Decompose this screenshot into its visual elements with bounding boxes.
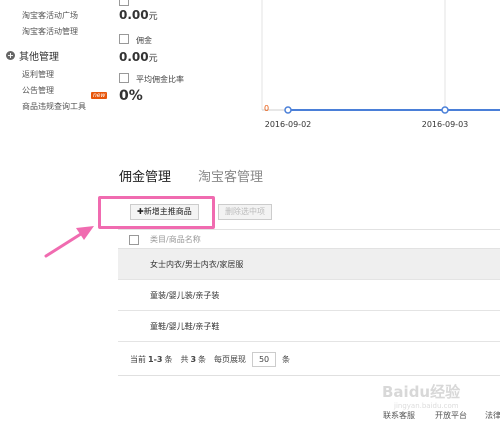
stat-checkbox-3[interactable] [119,73,129,83]
footer-link-open-platform[interactable]: 开放平台 [435,410,467,421]
table-cell-category: 童鞋/婴儿鞋/亲子鞋 [150,322,220,331]
chart-panel: 0 2016-09-02 2016-09-03 [258,0,500,132]
delete-selected-button[interactable]: 删除选中项 [218,204,272,220]
footer-divider [118,375,500,376]
pager-unit-3: 条 [282,355,291,364]
page-size-input[interactable]: 50 [252,352,277,367]
sidebar-section-title: 其他管理 [19,52,59,63]
sidebar-section-other[interactable]: + 其他管理 [6,48,59,63]
chart-point-2 [441,106,449,114]
sidebar: 淘宝客活动广场 淘宝客活动管理 + 其他管理 返利管理 公告管理 商品违规查询工… [0,0,112,160]
footer-link-support[interactable]: 联系客服 [383,410,415,421]
table-row[interactable]: 童鞋/婴儿鞋/亲子鞋 [118,311,500,342]
footer-link-legal[interactable]: 法律 [485,410,500,421]
sidebar-item-announcement[interactable]: 公告管理 [22,85,54,96]
annotation-arrow-icon [44,226,94,258]
tab-commission-manage[interactable]: 佣金管理 [119,166,171,185]
tab-taobaoke-manage[interactable]: 淘宝客管理 [198,166,263,185]
plus-circle-icon: + [6,51,15,60]
pager-total-label: 共 [180,355,189,364]
stat-label-commission: 佣金 [136,36,152,45]
baidu-watermark-logo: Baidu经验 jingyan.baidu.com [382,383,461,410]
table-header: 类目/商品名称 [118,229,500,249]
select-all-checkbox[interactable] [129,235,139,245]
stat-value-2: 0.00元 [119,50,158,64]
stat-value-3: 0% [119,88,143,104]
sidebar-item-violation-query[interactable]: 商品违规查询工具 [22,101,86,112]
chart-x-tick-label-1: 2016-09-02 [265,120,312,129]
pager-total: 3 [190,355,197,364]
pager-unit-1: 条 [164,355,173,364]
new-badge: new [91,92,108,99]
sidebar-item-rebate[interactable]: 返利管理 [22,69,54,80]
pager-range: 1-3 [148,355,163,364]
chart-x-tick-label-2: 2016-09-03 [422,120,469,129]
add-main-product-button[interactable]: ✚新增主推商品 [130,204,199,220]
pager-unit-2: 条 [198,355,207,364]
table-cell-category: 童装/婴儿装/亲子装 [150,291,220,300]
product-table: 类目/商品名称 女士内衣/男士内衣/家居服 童装/婴儿装/亲子装 童鞋/婴儿鞋/… [118,229,500,342]
sidebar-item-activity-manage[interactable]: 淘宝客活动管理 [22,26,78,37]
stat-label-avg-rate: 平均佣金比率 [136,75,184,84]
stat-checkbox-2[interactable] [119,34,129,44]
pager-per-page-label: 每页展现 [214,355,247,364]
table-cell-category: 女士内衣/男士内衣/家居服 [150,260,244,269]
pagination: 当前 1-3 条 共 3 条 每页展现 50 条 [130,352,290,367]
pager-current-label: 当前 [130,355,146,364]
svg-text:jingyan.baidu.com: jingyan.baidu.com [393,402,459,410]
table-row[interactable]: 女士内衣/男士内衣/家居服 [118,249,500,280]
chart-y-tick-label: 0 [264,104,269,113]
stat-value-1: 0.00元 [119,8,158,22]
column-header-category: 类目/商品名称 [150,235,201,244]
svg-text:Baidu经验: Baidu经验 [382,383,461,401]
line-chart: 0 2016-09-02 2016-09-03 [261,0,500,129]
sidebar-item-activity-square[interactable]: 淘宝客活动广场 [22,10,78,21]
table-row[interactable]: 童装/婴儿装/亲子装 [118,280,500,311]
stat-checkbox-1[interactable] [119,0,129,6]
chart-point-1 [284,106,292,114]
